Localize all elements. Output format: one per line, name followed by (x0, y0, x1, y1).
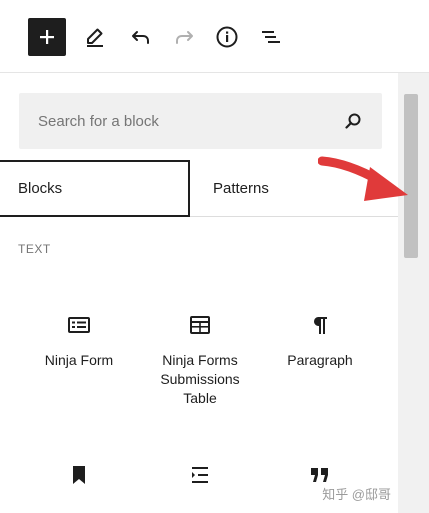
block-bookmark[interactable] (24, 463, 134, 501)
indent-list-icon (192, 467, 208, 483)
section-heading-text: TEXT (18, 242, 51, 256)
details-button[interactable] (208, 18, 246, 56)
bookmark-icon (73, 466, 85, 484)
search-icon[interactable] (344, 112, 362, 130)
info-icon (216, 26, 238, 48)
search-input[interactable] (19, 93, 319, 149)
redo-button[interactable] (165, 18, 203, 56)
list-view-button[interactable] (252, 18, 290, 56)
watermark: 知乎 @邸哥 (322, 487, 391, 502)
tab-blocks-label: Blocks (18, 180, 63, 197)
block-label: Paragraph (287, 352, 353, 368)
block-paragraph[interactable]: Paragraph (265, 313, 375, 370)
add-block-button[interactable] (28, 18, 66, 56)
redo-icon (176, 31, 193, 44)
tab-patterns-label: Patterns (213, 180, 269, 197)
block-search (19, 93, 382, 149)
block-ninja-forms-submissions-table[interactable]: Ninja Forms Submissions Table (145, 313, 255, 408)
undo-icon (132, 31, 149, 44)
red-arrow-annotation (318, 156, 408, 201)
paragraph-icon (313, 317, 327, 334)
list-view-icon (262, 31, 280, 43)
table-icon (190, 316, 210, 334)
plus-icon (40, 30, 54, 44)
undo-button[interactable] (122, 18, 160, 56)
tabs-underline (190, 216, 398, 217)
form-icon (68, 317, 90, 333)
tab-blocks[interactable]: Blocks (0, 160, 190, 217)
block-label: Ninja Forms Submissions Table (160, 352, 240, 406)
top-toolbar (0, 0, 429, 72)
block-list[interactable] (145, 463, 255, 501)
pencil-icon (87, 28, 103, 47)
block-label: Ninja Form (44, 352, 114, 368)
block-ninja-form[interactable]: Ninja Form (24, 313, 134, 370)
edit-mode-button[interactable] (76, 18, 114, 56)
